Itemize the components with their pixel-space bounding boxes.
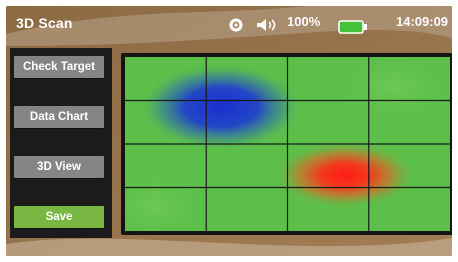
3d-view-button[interactable]: 3D View (14, 156, 104, 178)
check-target-button[interactable]: Check Target (14, 56, 104, 78)
speaker-icon[interactable] (256, 18, 278, 32)
data-chart-button[interactable]: Data Chart (14, 106, 104, 128)
settings-icon[interactable] (229, 18, 243, 32)
volume-level: 100% (287, 14, 321, 29)
clock-time: 14:09:09 (396, 14, 449, 29)
device-screen: 3D Scan 100% 14:09:09 Check Target Data … (6, 6, 452, 256)
screen: 3D Scan 100% 14:09:09 Check Target Data … (0, 0, 458, 262)
scan-heatmap[interactable] (125, 57, 450, 231)
save-button[interactable]: Save (14, 206, 104, 228)
scan-view[interactable] (121, 53, 452, 235)
blue-anomaly (139, 63, 303, 151)
red-anomaly (273, 141, 417, 209)
sidebar-panel: Check Target Data Chart 3D View Save (10, 48, 112, 238)
battery-icon (338, 20, 367, 34)
app-title: 3D Scan (16, 15, 73, 31)
